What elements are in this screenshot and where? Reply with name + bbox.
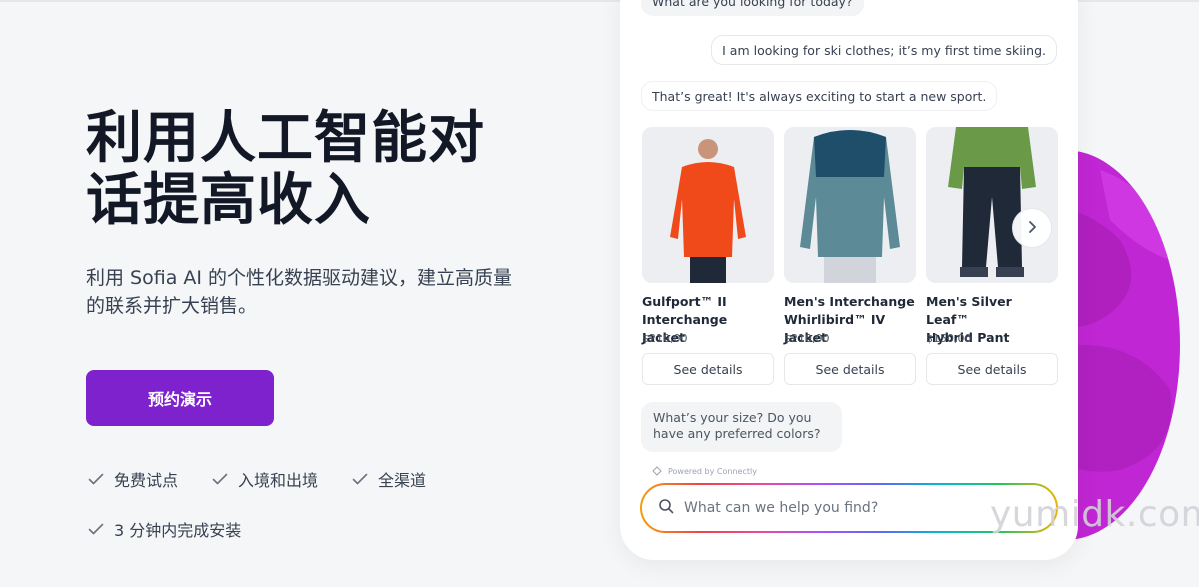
product-name: Gulfport™ II Interchange Jacket [642, 293, 774, 345]
feature-item: 入境和出境 [212, 467, 318, 491]
see-details-button[interactable]: See details [926, 353, 1058, 385]
powered-by: Powered by Connectly [652, 466, 757, 476]
check-icon [88, 523, 104, 535]
check-icon [352, 473, 368, 485]
chat-message-bot: That’s great! It's always exciting to st… [641, 81, 998, 111]
product-name-line: Men's Interchange [784, 294, 915, 309]
feature-item: 免费试点 [88, 467, 178, 491]
product-price: $210,00 [784, 332, 830, 345]
check-icon [88, 473, 104, 485]
chat-message-bot: What are you looking for today? [641, 0, 864, 16]
see-details-button[interactable]: See details [642, 353, 774, 385]
feature-label: 免费试点 [114, 471, 179, 490]
chat-message-user: I am looking for ski clothes; it’s my fi… [711, 35, 1057, 65]
connectly-logo-icon [652, 466, 662, 476]
hero-subtitle: 利用 Sofia AI 的个性化数据驱动建议，建立高质量的联系并扩大销售。 [86, 267, 513, 317]
chevron-right-icon [1026, 219, 1038, 238]
product-image[interactable] [642, 127, 774, 283]
product-card: Men's Interchange Whirlibird™ IV Jacket … [784, 127, 916, 385]
product-name: Men's Interchange Whirlibird™ IV Jacket [784, 293, 916, 345]
product-image[interactable] [784, 127, 916, 283]
product-card: Men's Silver Leaf™ Hybrid Pant $150,00 S… [926, 127, 1058, 385]
feature-label: 3 分钟内完成安装 [114, 521, 242, 540]
product-name-line: Gulfport™ II [642, 294, 727, 309]
feature-item: 3 分钟内完成安装 [88, 517, 241, 541]
hero-title-line2: 话提高收入 [86, 168, 371, 233]
product-card: Gulfport™ II Interchange Jacket $210,00 … [642, 127, 774, 385]
product-image[interactable] [926, 127, 1058, 283]
book-demo-button[interactable]: 预约演示 [86, 370, 274, 426]
search-icon [658, 498, 674, 518]
chat-widget: What are you looking for today? I am loo… [620, 0, 1078, 560]
feature-item: 全渠道 [352, 467, 426, 491]
see-details-button[interactable]: See details [784, 353, 916, 385]
hero-title-line1: 利用人工智能对 [86, 106, 485, 171]
check-icon [212, 473, 228, 485]
feature-label: 入境和出境 [238, 471, 319, 490]
carousel-next-button[interactable] [1012, 208, 1052, 248]
watermark: yumidk.com [990, 494, 1199, 535]
powered-by-label: Powered by Connectly [668, 466, 757, 476]
product-price: $210,00 [642, 332, 688, 345]
product-name: Men's Silver Leaf™ Hybrid Pant [926, 293, 1058, 345]
hero-title: 利用人工智能对 话提高收入 [86, 108, 516, 232]
chat-message-bot: What’s your size? Do you have any prefer… [641, 402, 842, 452]
feature-label: 全渠道 [378, 471, 427, 490]
product-name-line: Men's Silver Leaf™ [926, 294, 1012, 327]
